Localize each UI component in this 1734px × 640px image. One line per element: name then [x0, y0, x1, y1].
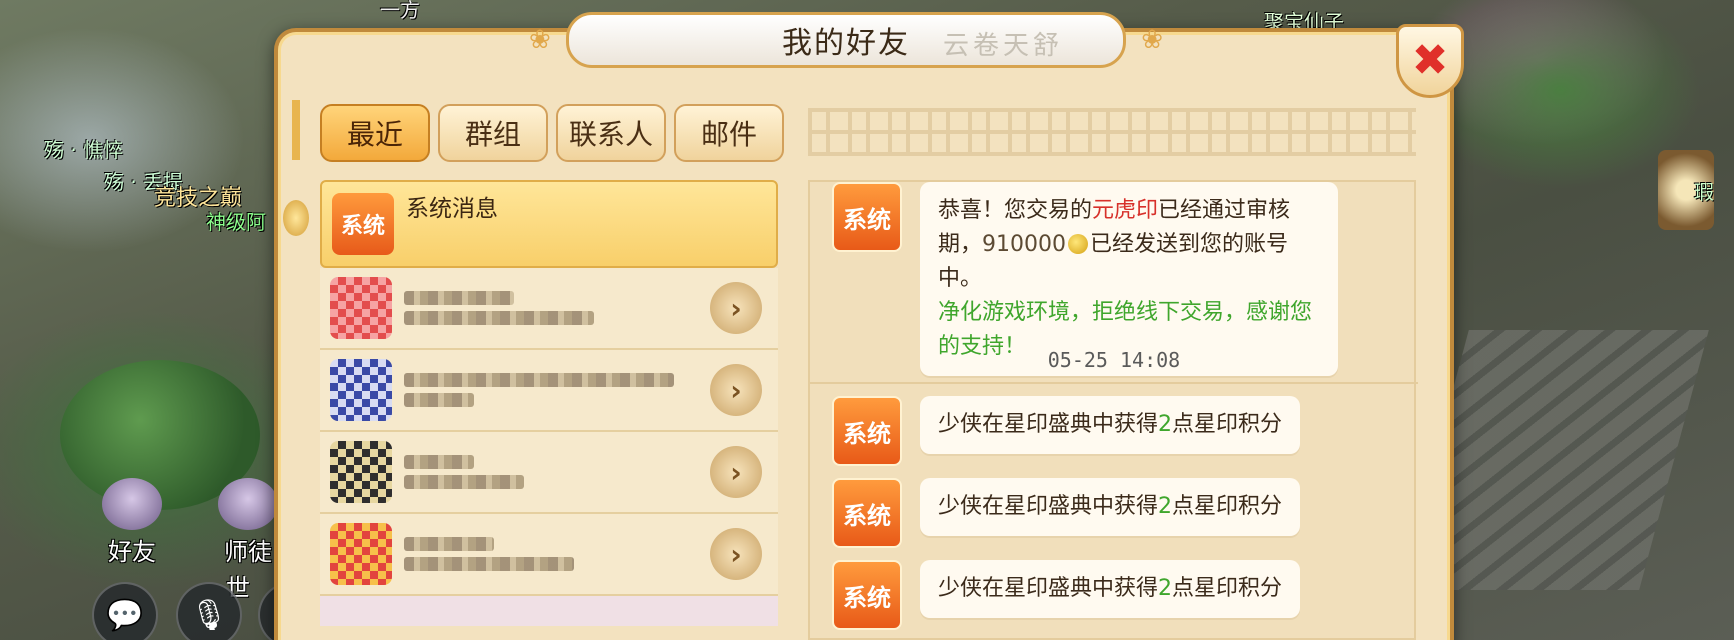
chat-bubble: 少侠在星印盛典中获得2点星印积分 — [920, 396, 1301, 454]
close-icon: ✖ — [1411, 35, 1449, 86]
message-text: 点星印积分 — [1172, 576, 1283, 601]
cloud-ornament-icon: ❀ — [529, 25, 551, 55]
system-message-title: 系统消息 — [406, 196, 498, 222]
dialog-titlebar: ❀ 我的好友 云卷天舒 ❀ — [529, 12, 1163, 68]
tassel-decoration — [283, 100, 309, 236]
chat-bubble: 少侠在星印盛典中获得2点星印积分 — [920, 478, 1301, 536]
world-npc-name: 瑕 — [1694, 180, 1714, 204]
social-dock: 好友 师徒 — [88, 478, 292, 567]
microphone-icon: 🎙 — [189, 597, 229, 633]
tab-recent[interactable]: 最近 — [320, 104, 430, 162]
mentor-icon — [218, 478, 278, 530]
system-sender-icon: 系统 — [832, 478, 902, 548]
voice-button[interactable]: 🎙 — [176, 582, 242, 640]
friends-button[interactable]: 好友 — [88, 478, 176, 567]
chevron-right-icon[interactable]: › — [710, 364, 762, 416]
list-item[interactable]: › — [320, 268, 778, 350]
message-text: 恭喜！您交易的 — [938, 198, 1093, 223]
message-text: 点星印积分 — [1172, 412, 1283, 437]
tassel-cord — [292, 100, 300, 160]
message-text: 少侠在星印盛典中获得 — [938, 576, 1159, 601]
chat-pane: 系统 恭喜！您交易的元虎印已经通过审核期，910000 已经发送到您的账号中。 净… — [808, 180, 1418, 640]
trade-amount: 910000 — [982, 232, 1066, 257]
fret-pattern-decoration — [808, 108, 1416, 156]
chevron-right-icon[interactable]: › — [710, 528, 762, 580]
chat-bubble: 恭喜！您交易的元虎印已经通过审核期，910000 已经发送到您的账号中。 净化游戏… — [920, 182, 1338, 376]
world-npc-name: 一方 — [380, 0, 420, 22]
cloud-ornament-icon: ❀ — [1141, 25, 1163, 55]
system-sender-icon: 系统 — [832, 560, 902, 630]
dialog-title: 我的好友 — [782, 26, 910, 61]
message-text: 少侠在星印盛典中获得 — [938, 412, 1159, 437]
list-item[interactable]: › — [320, 350, 778, 432]
points-value: 2 — [1158, 576, 1173, 601]
system-sender-icon: 系统 — [832, 182, 902, 252]
tassel-knot — [283, 200, 309, 236]
pixelated-contact-info — [404, 285, 710, 331]
divider — [810, 382, 1418, 384]
pixelated-contact-info — [404, 449, 710, 495]
message-text: 少侠在星印盛典中获得 — [938, 494, 1159, 519]
system-sender-icon: 系统 — [832, 396, 902, 466]
message-timestamp: 05-25 14:08 — [1047, 348, 1181, 372]
chat-message: 系统 少侠在星印盛典中获得2点星印积分 — [832, 396, 1301, 466]
chevron-right-icon[interactable]: › — [710, 282, 762, 334]
item-name: 元虎印 — [1092, 198, 1159, 223]
message-text: 点星印积分 — [1172, 494, 1283, 519]
system-icon: 系统 — [332, 193, 394, 255]
player-name: 殇 · 憔悴 — [44, 138, 124, 162]
recent-contact-list: 系统 系统消息 › › › › — [320, 180, 778, 640]
chevron-right-icon[interactable]: › — [710, 446, 762, 498]
friend-tabs: 最近 群组 联系人 邮件 — [320, 104, 784, 162]
close-button[interactable]: ✖ — [1396, 24, 1464, 98]
chat-message: 系统 恭喜！您交易的元虎印已经通过审核期，910000 已经发送到您的账号中。 净… — [832, 182, 1338, 376]
chat-bubble-icon: 💬 — [106, 597, 144, 633]
avatar — [330, 523, 392, 585]
list-item[interactable]: › — [320, 514, 778, 596]
brush-calligraphy-decoration: 云卷天舒 — [942, 31, 1063, 61]
tab-contacts[interactable]: 联系人 — [556, 104, 666, 162]
chat-bubble-button[interactable]: 💬 — [92, 582, 158, 640]
chat-bubble: 少侠在星印盛典中获得2点星印积分 — [920, 560, 1301, 618]
friends-icon — [102, 478, 162, 530]
chat-message: 系统 少侠在星印盛典中获得2点星印积分 — [832, 478, 1301, 548]
list-item[interactable]: › — [320, 432, 778, 514]
points-value: 2 — [1158, 412, 1173, 437]
player-name: 神级阿 — [206, 210, 266, 234]
points-value: 2 — [1158, 494, 1173, 519]
avatar — [330, 441, 392, 503]
tab-groups[interactable]: 群组 — [438, 104, 548, 162]
tab-mail[interactable]: 邮件 — [674, 104, 784, 162]
avatar — [330, 277, 392, 339]
list-item-partial — [320, 596, 778, 626]
coin-icon — [1068, 234, 1088, 254]
chat-message: 系统 少侠在星印盛典中获得2点星印积分 — [832, 560, 1301, 630]
friends-button-label: 好友 — [108, 538, 156, 566]
system-message-item[interactable]: 系统 系统消息 — [320, 180, 778, 268]
avatar — [330, 359, 392, 421]
pixelated-contact-info — [404, 367, 710, 413]
pixelated-contact-info — [404, 531, 710, 577]
